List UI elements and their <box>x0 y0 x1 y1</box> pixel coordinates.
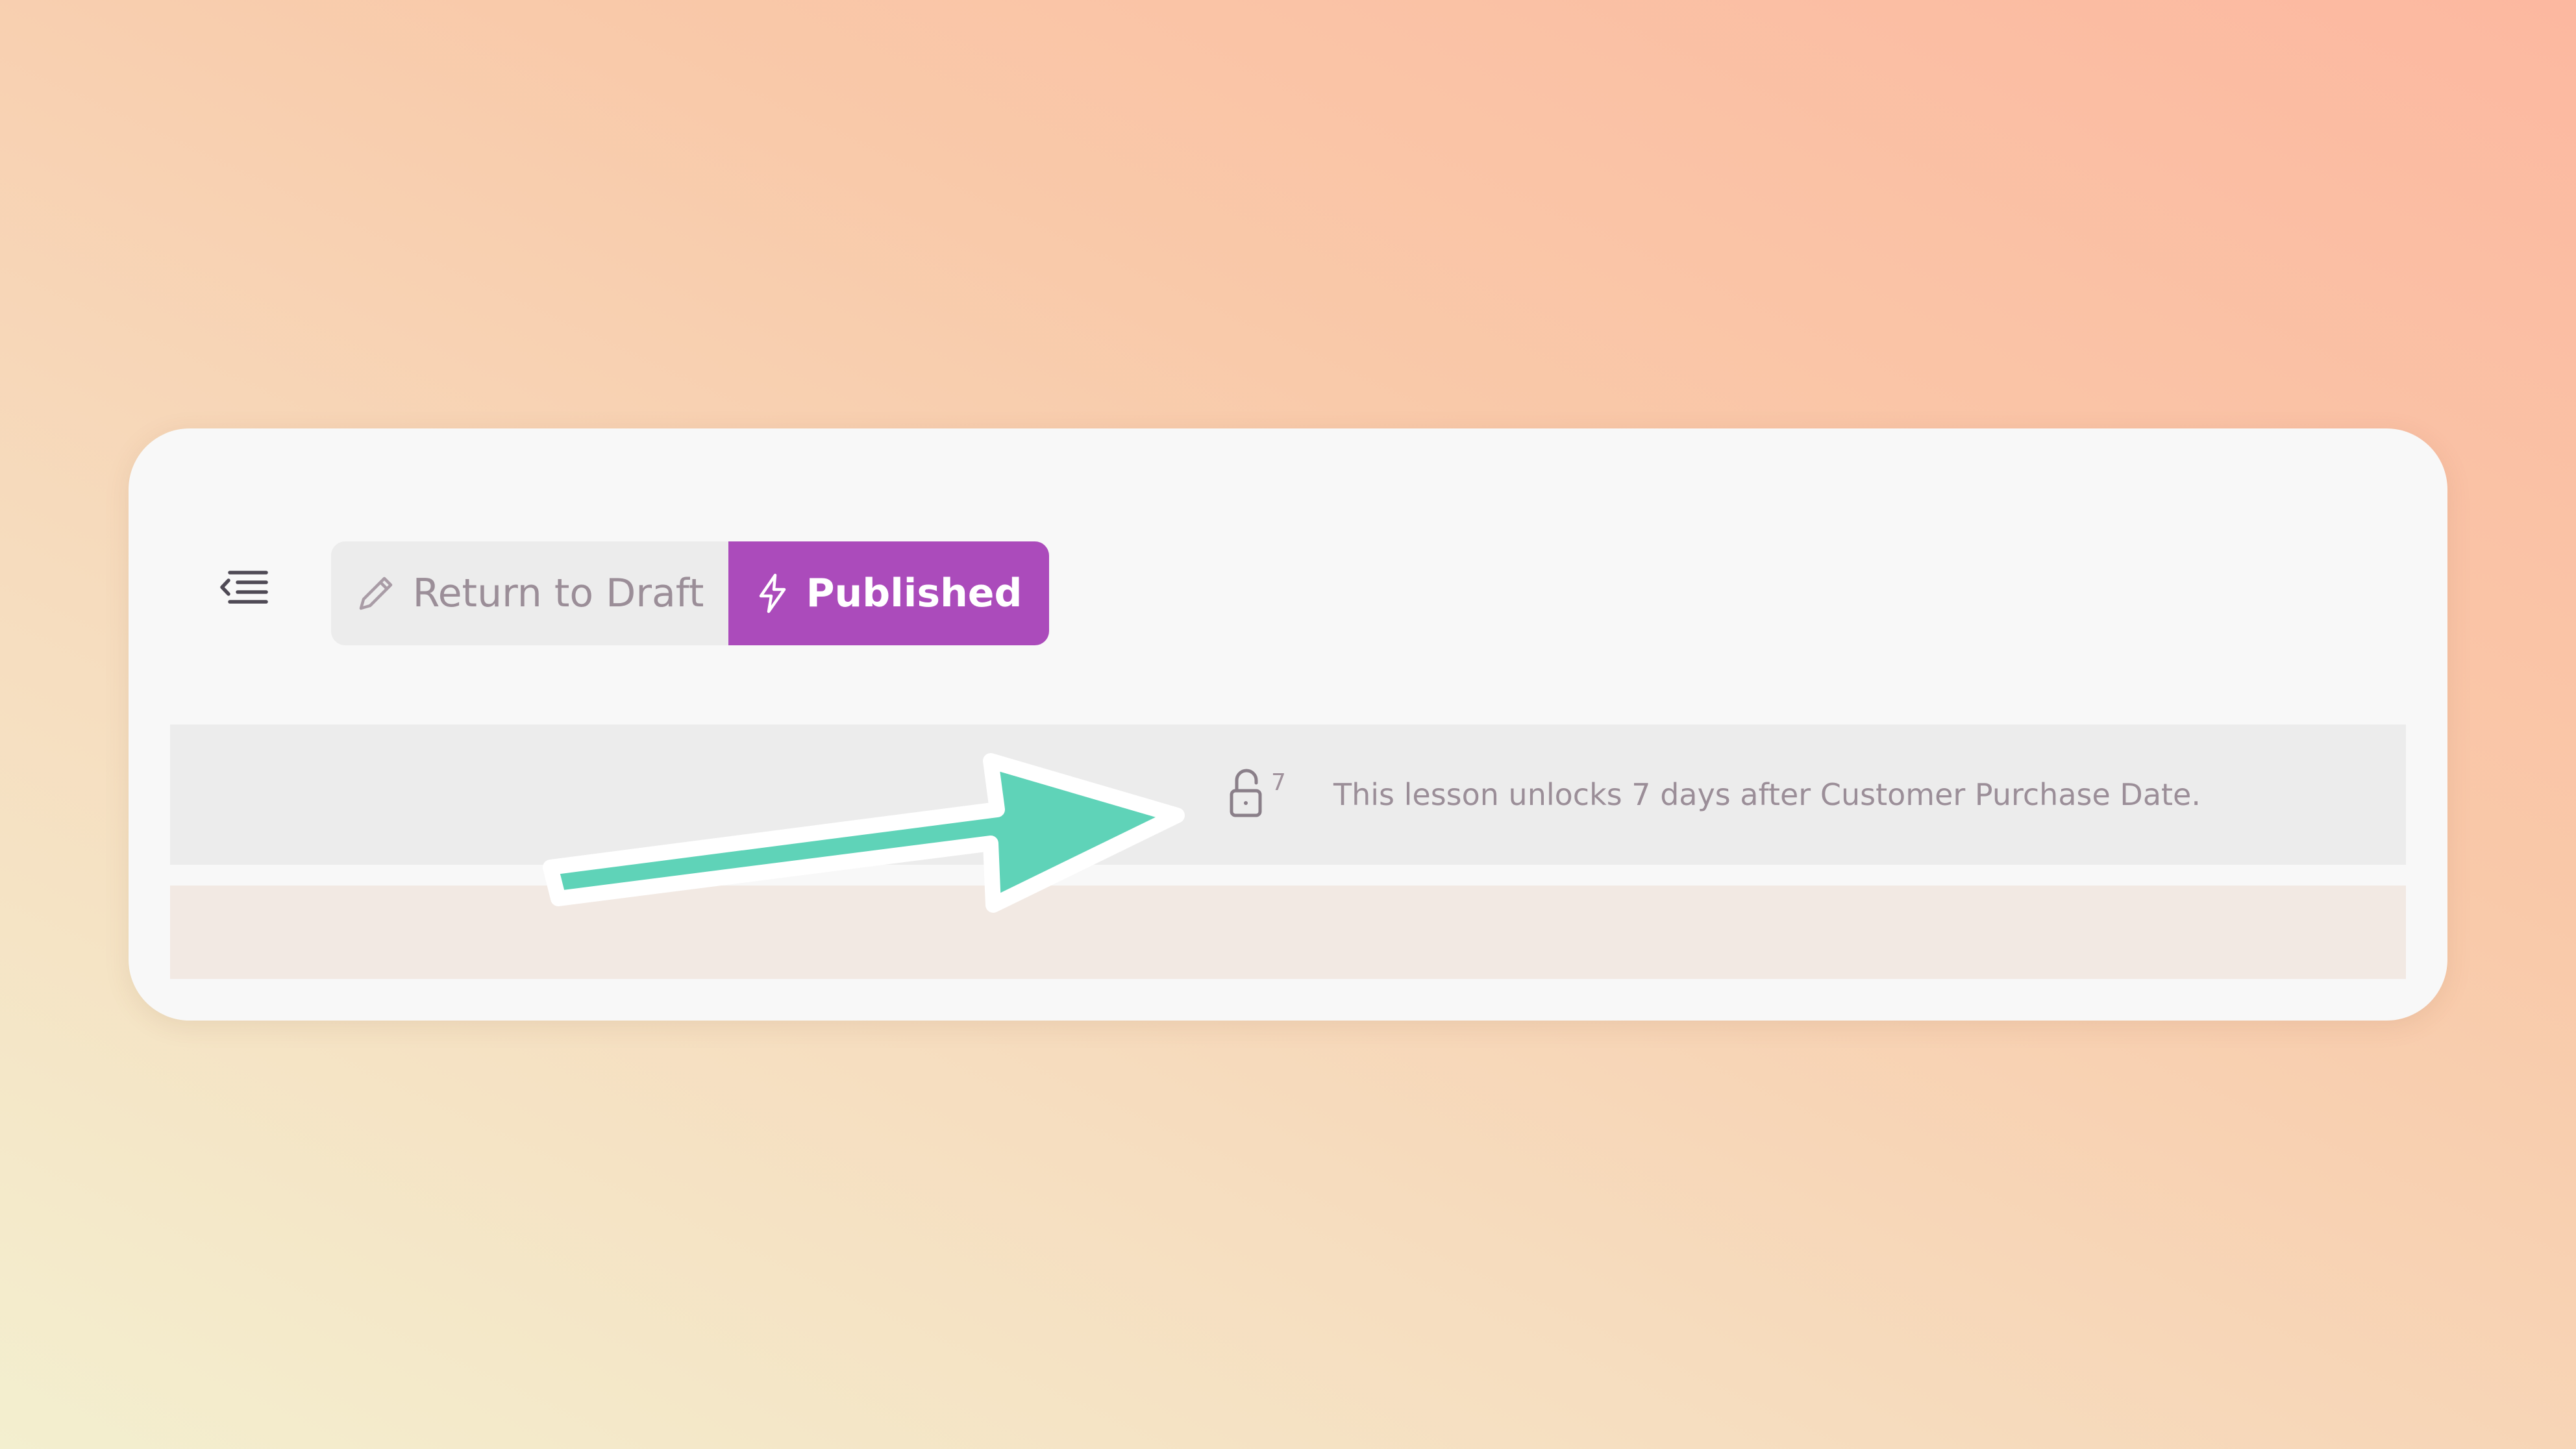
return-to-draft-button[interactable]: Return to Draft <box>331 541 728 645</box>
return-to-draft-label: Return to Draft <box>412 571 704 616</box>
unlock-badge[interactable]: 7 <box>1228 769 1300 821</box>
pencil-icon <box>356 573 396 613</box>
sidebar-toggle-button[interactable] <box>219 566 269 608</box>
drip-unlock-row: 7 This lesson unlocks 7 days after Custo… <box>170 724 2406 865</box>
collapse-sidebar-icon <box>219 566 269 608</box>
lesson-editor-card: Return to Draft Published 7 This lesson … <box>129 428 2447 1021</box>
lesson-content-strip <box>170 886 2406 979</box>
lightning-icon <box>756 573 789 614</box>
published-button[interactable]: Published <box>728 541 1049 645</box>
unlock-message: This lesson unlocks 7 days after Custome… <box>1333 777 2201 812</box>
publish-status-switch: Return to Draft Published <box>331 541 1049 645</box>
unlock-days-count: 7 <box>1271 769 1286 796</box>
published-label: Published <box>806 571 1022 616</box>
